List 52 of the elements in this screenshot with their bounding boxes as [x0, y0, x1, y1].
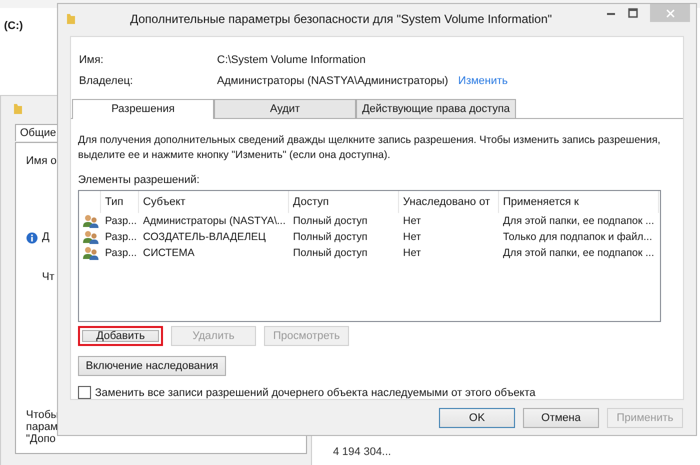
table-cell-text: Разр... — [104, 247, 138, 259]
change-link[interactable]: Изменить — [458, 74, 508, 86]
folder-icon — [13, 103, 23, 115]
list-label: Элементы разрешений: — [78, 174, 201, 186]
folder-icon — [66, 13, 76, 25]
checkbox[interactable] — [78, 386, 91, 399]
table-cell-text: Полный доступ — [292, 247, 368, 259]
info-icon — [26, 232, 38, 244]
close-icon — [666, 8, 674, 18]
checkbox-label: Заменить все записи разрешений дочернего объекта наследуемыми от этого объекта — [95, 386, 536, 398]
field-value: Администраторы (NASTYA\Администраторы) — [217, 74, 448, 86]
column-header[interactable]: Субъект — [139, 191, 289, 213]
action-button[interactable]: Добавить — [78, 326, 163, 346]
table-cell-text: Разр... — [104, 215, 138, 227]
users-icon — [83, 214, 99, 228]
dialog-button[interactable]: Отмена — [523, 408, 599, 428]
item-label: Чт — [42, 271, 54, 283]
table-cell-text: Полный доступ — [292, 231, 368, 243]
size-value: 4 194 304... — [333, 446, 392, 458]
drive-label: (C:) — [4, 20, 23, 32]
table-cell-text: СИСТЕМА — [142, 247, 196, 259]
field-value: C:\System Volume Information — [217, 54, 366, 66]
note-text: "Допо — [26, 433, 57, 445]
inheritance-button[interactable]: Включение наследования — [78, 356, 226, 376]
column-header[interactable]: Тип — [101, 191, 139, 213]
name-label: Имя о — [26, 155, 57, 167]
table-cell-text: Нет — [402, 215, 422, 227]
column-header[interactable]: Унаследовано от — [399, 191, 499, 213]
maximize-icon[interactable] — [628, 8, 638, 18]
tab[interactable]: Действующие права доступа — [356, 99, 516, 118]
dialog-button[interactable]: OK — [439, 408, 515, 428]
column-header[interactable]: Применяется к — [499, 191, 659, 213]
field-label: Владелец: — [79, 74, 134, 86]
table-cell-text: Полный доступ — [292, 215, 368, 227]
note-text: парам — [26, 421, 59, 433]
column-header[interactable]: Доступ — [289, 191, 399, 213]
window-title: Дополнительные параметры безопасности для "System Volume Information" — [129, 12, 553, 26]
table-cell-text: Нет — [402, 231, 422, 243]
table-cell-text: Для этой папки, ее подпапок ... — [502, 247, 656, 259]
tab[interactable]: Аудит — [214, 99, 356, 118]
table-cell-text: Нет — [402, 247, 422, 259]
table-cell-text: Для этой папки, ее подпапок ... — [502, 215, 656, 227]
description-text: Для получения дополнительных сведений дважды щелкните запись разрешения. Чтобы изменить запись разрешения, выделите ее и нажмите кнопку "Изменить" (если она доступна). — [78, 133, 662, 163]
table-cell-text: Только для подпапок и файл... — [502, 231, 654, 243]
table-cell-text: СОЗДАТЕЛЬ-ВЛАДЕЛЕЦ — [142, 231, 267, 243]
item-label: Д — [42, 231, 50, 243]
field-label: Имя: — [79, 54, 104, 66]
table-cell-text: Разр... — [104, 231, 138, 243]
users-icon — [83, 230, 99, 244]
table-cell-text: Администраторы (NASTYA\... — [142, 215, 287, 227]
users-icon — [83, 246, 99, 260]
tab[interactable]: Разрешения — [72, 99, 214, 119]
